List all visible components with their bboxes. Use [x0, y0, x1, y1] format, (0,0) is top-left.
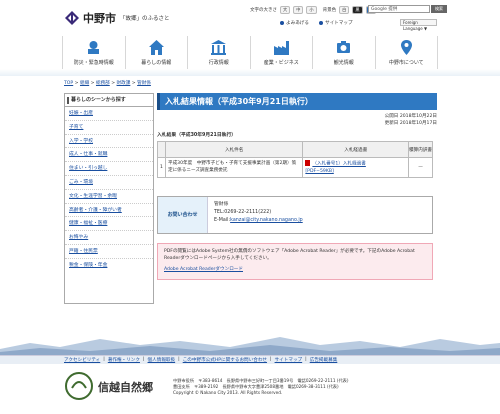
- nav-government[interactable]: 行政情報: [187, 36, 250, 69]
- updated-date: 更新日 2018年10月17日: [384, 120, 437, 126]
- notice-text: PDFの閲覧にはAdobe System社の無償のソフトウェア「Adobe Ac…: [164, 248, 415, 261]
- results-table: 入札件名 入札経過書 積算内訳書 1 平成30年度 中野市子ども・子育て支援事業…: [157, 141, 433, 178]
- inquiry-email-line: E-Mail:kanzai@city.nakano.nagano.jp: [214, 217, 303, 223]
- sidebar-item[interactable]: 税金・保険・年金: [65, 259, 153, 273]
- nav-tourism[interactable]: 観光情報: [312, 36, 375, 69]
- pdf-icon: [305, 160, 311, 166]
- sidebar-item[interactable]: 戸籍・住民票: [65, 245, 153, 259]
- sidebar-item[interactable]: 成人・仕事・就職: [65, 148, 153, 163]
- footer-link-privacy[interactable]: 個人情報取扱: [148, 357, 176, 363]
- shinetsu-mark-icon: 信越自然郷: [65, 372, 153, 400]
- page-title: 入札結果情報（平成30年9月21日執行）: [157, 93, 437, 110]
- sidebar-item[interactable]: 子育て: [65, 121, 153, 135]
- inquiry-tel: TEL:0269-22-2111(222): [214, 209, 272, 215]
- page-dates: 公開日 2018年10月22日 更新日 2018年10月17日: [157, 114, 437, 127]
- footer-link-copyright[interactable]: 著作権・リンク: [108, 357, 140, 363]
- disaster-icon: [88, 41, 100, 54]
- accessibility-tools: 文字の大きさ 大 中 小 背景色 白 黒 青: [250, 6, 376, 14]
- nav-living[interactable]: 暮らしの情報: [124, 36, 187, 69]
- inquiry-box: お問い合わせ 管財係 TEL:0269-22-2111(222) E-Mail:…: [157, 195, 433, 234]
- house-icon: [148, 40, 164, 55]
- breadcrumb-org[interactable]: 組織: [80, 81, 89, 86]
- logo-text: 信越自然郷: [98, 380, 153, 394]
- sidebar-title: 暮らしのシーンから探す: [65, 94, 153, 107]
- breadcrumb: TOP > 組織 > 総務部 > 財政課 > 管財係: [64, 81, 151, 86]
- nav-disaster[interactable]: 防災・緊急時情報: [62, 36, 125, 69]
- breadcrumb-general-affairs[interactable]: 総務部: [96, 81, 110, 86]
- col-name: 入札件名: [164, 141, 304, 158]
- sidebar-item[interactable]: 健康・福祉・医療: [65, 217, 153, 232]
- text-size-small-button[interactable]: 小: [306, 6, 317, 14]
- sitemap-icon: [318, 20, 323, 25]
- record-pdf-size[interactable]: [PDF−59KB]: [305, 169, 333, 174]
- copyright: Copyright © Nakano City 2013. All Rights…: [173, 390, 283, 396]
- breadcrumb-property[interactable]: 管財係: [137, 81, 151, 86]
- tourism-icon: [337, 41, 351, 53]
- nav-about[interactable]: 中野市について: [374, 36, 438, 69]
- header-divider: [0, 69, 500, 76]
- sidebar-item[interactable]: 住まい・引っ越し: [65, 162, 153, 176]
- foreign-language-select[interactable]: Foreign Language ▼: [400, 19, 437, 31]
- sidebar-item[interactable]: お悔やみ: [65, 231, 153, 245]
- record-pdf-link[interactable]: （入札番号1）入札経過書: [312, 162, 365, 167]
- footer-link-contact[interactable]: この中野市公式HPに関するお問い合わせ: [183, 357, 267, 363]
- sidebar-item[interactable]: 文化・生涯学習・余暇: [65, 190, 153, 204]
- inquiry-dept: 管財係: [214, 201, 229, 207]
- main-content: 入札結果情報（平成30年9月21日執行） 公開日 2018年10月22日 更新日…: [157, 93, 437, 280]
- inquiry-email-link[interactable]: kanzai@city.nakano.nagano.jp: [230, 218, 303, 223]
- footer-link-ads[interactable]: 広告掲載募集: [310, 357, 338, 363]
- header-links: よみあげる サイトマップ: [280, 20, 353, 26]
- row-estimate: —: [408, 157, 433, 178]
- search-button[interactable]: 検索: [431, 5, 447, 13]
- color-label: 背景色: [322, 8, 337, 13]
- sitemap-link[interactable]: サイトマップ: [318, 20, 353, 26]
- inquiry-body: 管財係 TEL:0269-22-2111(222) E-Mail:kanzai@…: [208, 197, 309, 233]
- inquiry-label: お問い合わせ: [158, 196, 208, 233]
- row-name: 平成30年度 中野市子ども・子育て支援事業計画（第2期）策定に係るニーズ調査業務…: [164, 157, 304, 178]
- life-scene-sidebar: 暮らしのシーンから探す 妊娠・出産 子育て 入学・学校 成人・仕事・就職 住まい…: [64, 93, 154, 304]
- factory-icon: [273, 41, 289, 55]
- col-no: [157, 141, 166, 158]
- site-tagline: 「故郷」のふるさと: [120, 16, 170, 22]
- color-white-button[interactable]: 白: [339, 6, 350, 14]
- global-nav: 防災・緊急時情報 暮らしの情報 行政情報 産業・ビジネス 観光情報 中野市につい…: [62, 36, 438, 69]
- sidebar-item[interactable]: 高齢者・介護・障がい者: [65, 204, 153, 218]
- text-size-large-button[interactable]: 大: [280, 6, 291, 14]
- col-estimate: 積算内訳書: [408, 141, 433, 158]
- col-record: 入札経過書: [302, 141, 410, 158]
- row-file: （入札番号1）入札経過書 [PDF−59KB]: [302, 157, 410, 178]
- pin-icon: [400, 40, 412, 55]
- sidebar-item[interactable]: 妊娠・出産: [65, 107, 153, 121]
- pdf-notice: PDFの閲覧にはAdobe System社の無償のソフトウェア「Adobe Ac…: [157, 242, 433, 280]
- search-input[interactable]: Google 提供: [368, 5, 430, 13]
- nav-business[interactable]: 産業・ビジネス: [249, 36, 312, 69]
- table-header-row: 入札件名 入札経過書 積算内訳書: [157, 141, 433, 158]
- section-heading: 入札結果（平成30年9月21日執行）: [157, 133, 237, 138]
- table-row: 1 平成30年度 中野市子ども・子育て支援事業計画（第2期）策定に係るニーズ調査…: [157, 157, 433, 178]
- adobe-download-link[interactable]: Adobe Acrobat Readerダウンロード: [164, 266, 243, 273]
- site-name: 中野市: [83, 12, 116, 25]
- sidebar-item[interactable]: ごみ・環境: [65, 176, 153, 190]
- site-header: 中野市 「故郷」のふるさと 文字の大きさ 大 中 小 背景色 白 黒 青 Goo…: [0, 0, 500, 36]
- footer-mountains: [0, 337, 500, 357]
- shinetsu-logo: 信越自然郷: [64, 370, 169, 402]
- site-logo[interactable]: 中野市: [64, 10, 116, 26]
- building-icon: [211, 40, 227, 55]
- text-size-label: 文字の大きさ: [250, 8, 277, 13]
- speaker-icon: [280, 20, 284, 25]
- color-black-button[interactable]: 黒: [352, 6, 363, 14]
- footer-link-sitemap[interactable]: サイトマップ: [275, 357, 303, 363]
- sidebar-item[interactable]: 入学・学校: [65, 135, 153, 149]
- breadcrumb-top[interactable]: TOP: [64, 81, 73, 86]
- row-no: 1: [157, 157, 166, 178]
- breadcrumb-finance[interactable]: 財政課: [117, 81, 131, 86]
- read-aloud-link[interactable]: よみあげる: [280, 20, 309, 26]
- footer-link-accessibility[interactable]: アクセシビリティ: [64, 357, 100, 363]
- city-emblem-icon: [65, 11, 79, 25]
- text-size-medium-button[interactable]: 中: [293, 6, 304, 14]
- site-search: Google 提供 検索: [368, 5, 447, 13]
- footer-address: 中野市役所 〒383-8614 長野県中野市三好町一丁目3番19号 電話0269…: [173, 378, 348, 397]
- footer-links: アクセシビリティ | 著作権・リンク | 個人情報取扱 | この中野市公式HPに関する…: [64, 357, 338, 363]
